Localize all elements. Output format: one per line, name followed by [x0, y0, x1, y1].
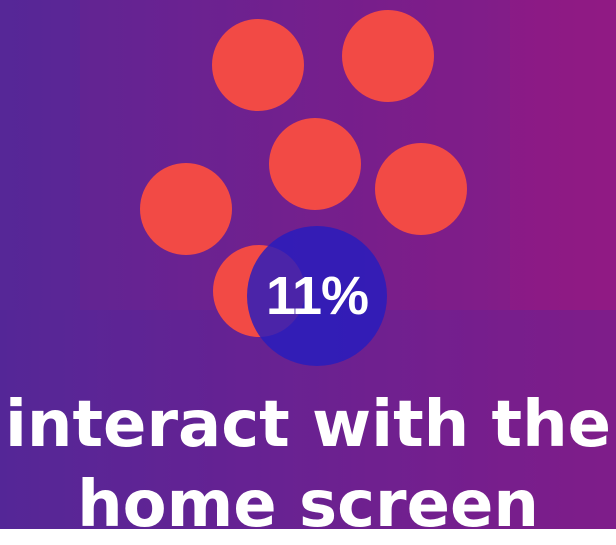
- caption-line-2: home screen: [77, 468, 539, 542]
- dot-2: [342, 10, 434, 102]
- caption: interact with the home screen: [0, 385, 616, 545]
- percent-highlight-circle: 11%: [247, 226, 387, 366]
- dot-5: [140, 163, 232, 255]
- dot-1: [212, 19, 304, 111]
- dot-4: [375, 143, 467, 235]
- caption-line-1: interact with the: [4, 388, 612, 462]
- percent-value: 11%: [265, 266, 369, 326]
- dot-3: [269, 118, 361, 210]
